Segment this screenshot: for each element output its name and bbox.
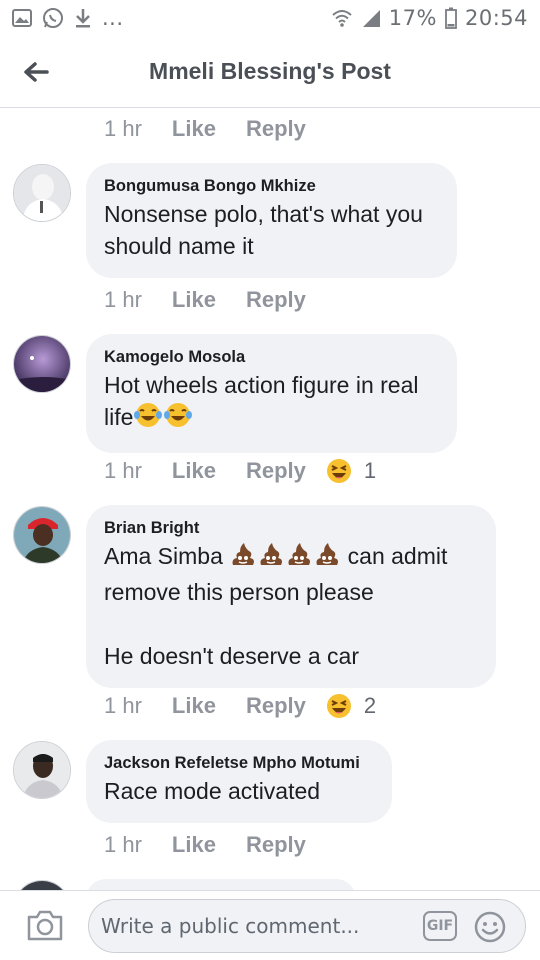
download-icon [74,7,92,29]
reaction-count: 1 [363,458,377,483]
camera-icon [27,910,63,941]
back-button[interactable] [0,36,72,108]
status-right: 17% 20:54 [331,6,528,30]
like-button[interactable]: Like [172,693,216,719]
comment-author[interactable]: Bongumusa Bongo Mkhize [104,177,439,196]
gif-button[interactable]: GIF [423,911,457,941]
tears-of-joy-emoji-icon [133,401,163,437]
reply-button[interactable]: Reply [246,287,306,313]
comment-author[interactable]: Jackson Refeletse Mpho Motumi [104,754,374,773]
comment-text: Race mode activated [104,778,321,804]
comment-feed[interactable]: 1 hr Like Reply Bongumusa Bongo Mkhize N… [0,108,540,890]
comment-bubble[interactable]: Kamogelo Mosola Hot wheels action figure… [86,334,457,453]
like-button[interactable]: Like [172,287,216,313]
back-arrow-icon [24,61,49,82]
camera-button[interactable] [26,908,64,942]
comment-meta-row: 1 hr Like Reply [104,832,306,858]
status-bar: ... 17% 20:54 [0,0,540,36]
comment-time: 1 hr [104,116,142,141]
comment-time: 1 hr [104,832,142,857]
sticker-button[interactable] [473,910,507,944]
battery-percent: 17% [388,6,437,30]
comment-meta-row: 1 hr Like Reply [104,116,306,142]
whatsapp-icon [42,7,64,29]
status-left: ... [12,6,124,30]
battery-icon [445,7,457,29]
pile-of-poo-emoji-icon [229,540,257,576]
smiley-icon [474,911,506,943]
clock: 20:54 [464,6,528,30]
comment-text: Hot wheels action figure in real life [104,369,439,437]
laughing-emoji-icon [326,459,351,483]
pile-of-poo-emoji-icon [313,540,341,576]
comment-text: Nonsense polo, that's what you should na… [104,201,423,259]
laughing-emoji-icon [326,694,351,718]
reply-button[interactable]: Reply [246,116,306,142]
avatar[interactable] [13,506,71,564]
comment-composer: Write a public comment... GIF [0,890,540,960]
reply-button[interactable]: Reply [246,832,306,858]
reply-button[interactable]: Reply [246,693,306,719]
wifi-icon [331,8,353,28]
reaction-summary[interactable]: 2 [326,693,376,719]
comment-time: 1 hr [104,458,142,483]
pile-of-poo-emoji-icon [257,540,285,576]
comment-bubble[interactable]: Brian Bright Ama Simba can admit remove … [86,505,496,688]
avatar[interactable] [13,164,71,222]
gallery-icon [12,9,32,27]
comment-bubble[interactable]: Jackson Refeletse Mpho Motumi Race mode … [86,740,392,823]
signal-icon [361,8,381,28]
comment-text: Ama Simba can admit remove this person p… [104,540,478,672]
avatar[interactable] [13,880,71,890]
page-title: Mmeli Blessing's Post [149,58,391,84]
comment-input-placeholder: Write a public comment... [101,914,360,938]
reaction-count: 2 [363,693,377,718]
comment-meta-row: 1 hr Like Reply 2 [104,693,376,719]
header: Mmeli Blessing's Post [0,36,540,108]
comment-bubble[interactable] [86,879,356,890]
comment-time: 1 hr [104,693,142,718]
comment-time: 1 hr [104,287,142,312]
comment-bubble[interactable]: Bongumusa Bongo Mkhize Nonsense polo, th… [86,163,457,278]
like-button[interactable]: Like [172,458,216,484]
avatar[interactable] [13,741,71,799]
comment-author[interactable]: Brian Bright [104,519,478,538]
tears-of-joy-emoji-icon [163,401,193,437]
reaction-summary[interactable]: 1 [326,458,376,484]
comment-meta-row: 1 hr Like Reply [104,287,306,313]
like-button[interactable]: Like [172,116,216,142]
like-button[interactable]: Like [172,832,216,858]
more-notifications: ... [102,6,124,30]
comment-input[interactable]: Write a public comment... GIF [88,899,526,953]
comment-meta-row: 1 hr Like Reply 1 [104,458,376,484]
reply-button[interactable]: Reply [246,458,306,484]
comment-author[interactable]: Kamogelo Mosola [104,348,439,367]
comment-text-content: Ama Simba [104,543,223,569]
avatar[interactable] [13,335,71,393]
pile-of-poo-emoji-icon [285,540,313,576]
